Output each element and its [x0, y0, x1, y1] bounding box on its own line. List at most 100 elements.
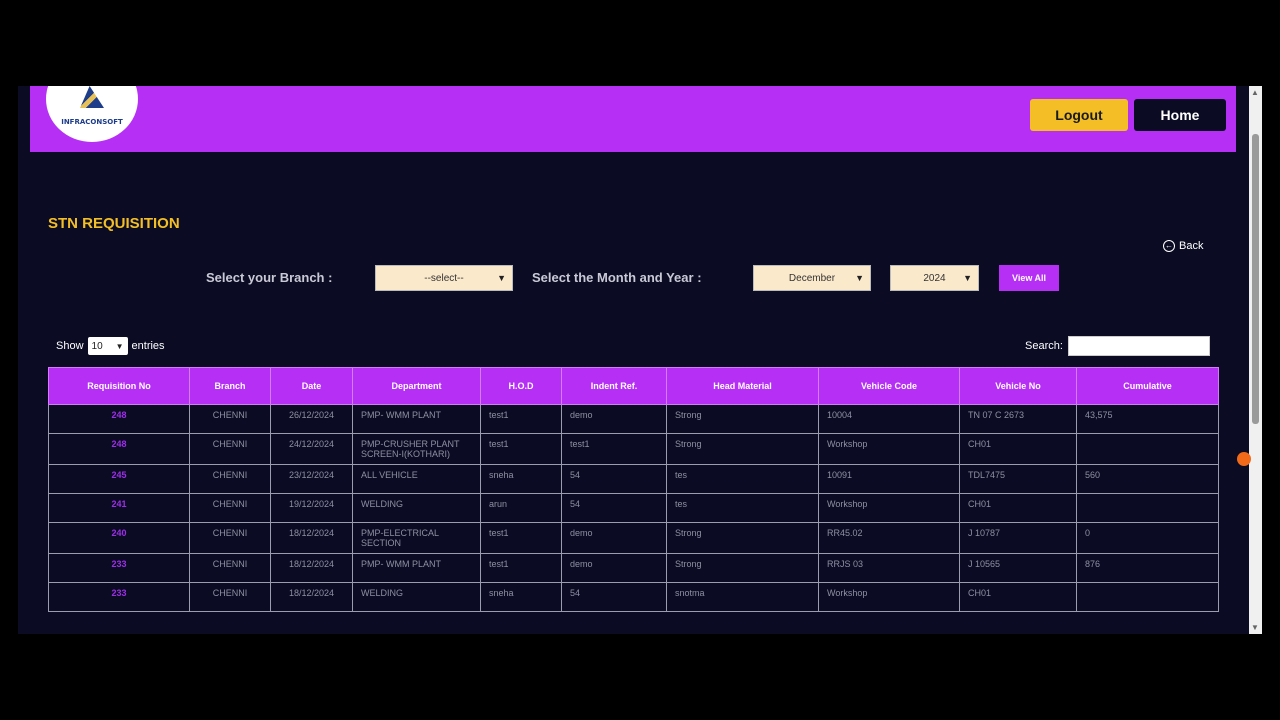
column-header[interactable]: Branch	[189, 367, 271, 405]
home-button[interactable]: Home	[1134, 99, 1226, 131]
table-cell: 10091	[818, 464, 960, 494]
entries-select[interactable]: 10 ▼	[87, 337, 128, 355]
table-cell: 26/12/2024	[270, 404, 353, 434]
requisition-link[interactable]: 233	[48, 582, 190, 612]
table-cell: 19/12/2024	[270, 493, 353, 523]
logout-button[interactable]: Logout	[1030, 99, 1128, 131]
vertical-scrollbar[interactable]: ▲ ▼	[1249, 86, 1262, 634]
table-row[interactable]: 245 CHENNI 23/12/2024 ALL VEHICLE sneha 54 tes…	[48, 464, 1219, 494]
scrollbar-thumb[interactable]	[1252, 134, 1259, 424]
table-row[interactable]: 248 CHENNI 24/12/2024 PMP-CRUSHER PLANT SCR…	[48, 433, 1219, 465]
column-header[interactable]: Requisition No	[48, 367, 190, 405]
table-cell: CHENNI	[189, 522, 271, 554]
table-cell: Workshop	[818, 433, 960, 465]
table-cell: PMP-ELECTRICAL SECTION	[352, 522, 481, 554]
table-cell: CH01	[959, 433, 1077, 465]
table-row[interactable]: 240 CHENNI 18/12/2024 PMP-ELECTRICAL SECTIO…	[48, 522, 1219, 554]
table-cell: CHENNI	[189, 582, 271, 612]
column-header[interactable]: Head Material	[666, 367, 819, 405]
requisition-link[interactable]: 240	[48, 522, 190, 554]
table-cell: test1	[480, 404, 562, 434]
table-cell: CHENNI	[189, 464, 271, 494]
search-label: Search:	[1025, 340, 1063, 352]
table-cell: 876	[1076, 553, 1219, 583]
show-entries-control: Show 10 ▼ entries	[56, 337, 165, 355]
back-link[interactable]: ← Back	[1163, 240, 1203, 252]
branch-label: Select your Branch :	[206, 270, 333, 285]
table-cell: TDL7475	[959, 464, 1077, 494]
table-row[interactable]: 233 CHENNI 18/12/2024 PMP- WMM PLANT test1 de…	[48, 553, 1219, 583]
table-cell: 10004	[818, 404, 960, 434]
year-select[interactable]: 2024 ▼	[890, 265, 979, 291]
cursor-highlight-icon	[1237, 452, 1251, 466]
table-cell: tes	[666, 493, 819, 523]
table-header: Requisition No Branch Date Department H.O.D I…	[48, 367, 1219, 405]
table-cell: 54	[561, 582, 667, 612]
back-label: Back	[1179, 240, 1204, 252]
month-select[interactable]: December ▼	[753, 265, 871, 291]
table-cell: 18/12/2024	[270, 582, 353, 612]
view-all-button[interactable]: View All	[999, 265, 1059, 291]
table-row[interactable]: 241 CHENNI 19/12/2024 WELDING arun 54 tes Works…	[48, 493, 1219, 523]
table-cell: CHENNI	[189, 433, 271, 465]
requisition-link[interactable]: 245	[48, 464, 190, 494]
table-cell: J 10565	[959, 553, 1077, 583]
table-cell	[1076, 582, 1219, 612]
table-cell: PMP-CRUSHER PLANT SCREEN-I(KOTHARI)	[352, 433, 481, 465]
month-year-label: Select the Month and Year :	[532, 270, 702, 285]
branch-select[interactable]: --select-- ▼	[375, 265, 513, 291]
requisition-link[interactable]: 248	[48, 433, 190, 465]
requisition-link[interactable]: 233	[48, 553, 190, 583]
table-cell: 54	[561, 464, 667, 494]
page-title: STN REQUISITION	[48, 215, 180, 232]
table-cell: test1	[480, 433, 562, 465]
table-body: 248 CHENNI 26/12/2024 PMP- WMM PLANT test1 de…	[48, 404, 1219, 612]
table-cell: 0	[1076, 522, 1219, 554]
table-cell: demo	[561, 404, 667, 434]
entries-label: entries	[131, 340, 165, 352]
table-cell: test1	[561, 433, 667, 465]
table-header-row: Requisition No Branch Date Department H.O.D I…	[48, 367, 1219, 405]
company-logo[interactable]: INFRACONSOFT	[46, 86, 138, 142]
requisition-link[interactable]: 248	[48, 404, 190, 434]
column-header[interactable]: Indent Ref.	[561, 367, 667, 405]
table-cell: Workshop	[818, 493, 960, 523]
chevron-down-icon: ▼	[855, 273, 864, 283]
column-header[interactable]: Date	[270, 367, 353, 405]
table-cell: Strong	[666, 522, 819, 554]
column-header[interactable]: Department	[352, 367, 481, 405]
table-row[interactable]: 233 CHENNI 18/12/2024 WELDING sneha 54 snotma W…	[48, 582, 1219, 612]
column-header[interactable]: Cumulative	[1076, 367, 1219, 405]
table-cell: CHENNI	[189, 553, 271, 583]
year-select-value: 2024	[923, 272, 946, 284]
table-cell: CHENNI	[189, 404, 271, 434]
table-cell: PMP- WMM PLANT	[352, 553, 481, 583]
table-cell: 560	[1076, 464, 1219, 494]
table-cell: TN 07 C 2673	[959, 404, 1077, 434]
search-input[interactable]	[1068, 336, 1210, 356]
table-cell: sneha	[480, 582, 562, 612]
table-cell: Strong	[666, 553, 819, 583]
requisition-link[interactable]: 241	[48, 493, 190, 523]
branch-select-value: --select--	[424, 272, 464, 284]
column-header[interactable]: Vehicle Code	[818, 367, 960, 405]
table-cell: demo	[561, 522, 667, 554]
table-cell: 18/12/2024	[270, 553, 353, 583]
table-cell: snotma	[666, 582, 819, 612]
scroll-up-icon[interactable]: ▲	[1251, 88, 1259, 97]
chevron-down-icon: ▼	[115, 341, 124, 351]
show-label: Show	[56, 340, 84, 352]
column-header[interactable]: Vehicle No	[959, 367, 1077, 405]
chevron-down-icon: ▼	[963, 273, 972, 283]
column-header[interactable]: H.O.D	[480, 367, 562, 405]
table-cell: CH01	[959, 493, 1077, 523]
table-cell: WELDING	[352, 493, 481, 523]
table-cell: tes	[666, 464, 819, 494]
table-cell: WELDING	[352, 582, 481, 612]
entries-select-value: 10	[91, 340, 103, 352]
table-row[interactable]: 248 CHENNI 26/12/2024 PMP- WMM PLANT test1 de…	[48, 404, 1219, 434]
table-cell: test1	[480, 553, 562, 583]
table-cell: Workshop	[818, 582, 960, 612]
table-cell	[1076, 493, 1219, 523]
scroll-down-icon[interactable]: ▼	[1251, 623, 1259, 632]
